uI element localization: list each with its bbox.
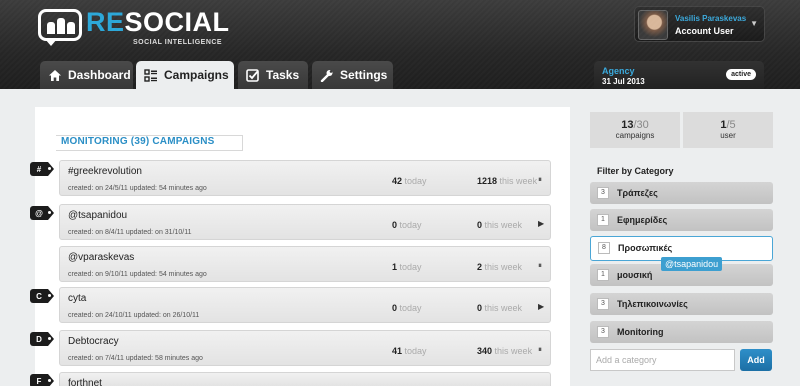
list-icon bbox=[144, 68, 157, 82]
category-name: Εφημερίδες bbox=[617, 215, 668, 225]
category-name: μουσική bbox=[617, 270, 653, 280]
category-name: Monitoring bbox=[617, 327, 664, 337]
campaign-week-count: 0 this week bbox=[477, 220, 523, 230]
stat-users: 1/5 user bbox=[683, 112, 773, 148]
campaign-tag-hashtag: # bbox=[30, 162, 54, 176]
campaign-row[interactable]: @tsapanidou created: on 8/4/11 updated: … bbox=[59, 204, 551, 240]
category-count: 8 bbox=[598, 242, 610, 254]
campaign-today-count: 1 today bbox=[392, 262, 422, 272]
status-badge: active bbox=[726, 69, 756, 80]
campaign-week-count: 0 this week bbox=[477, 303, 523, 313]
campaign-name: @vparaskevas bbox=[68, 252, 135, 263]
category-count: 1 bbox=[597, 214, 609, 226]
account-menu[interactable]: Vasilis Paraskevas Account User ▼ bbox=[634, 6, 765, 42]
campaign-row[interactable]: Debtocracy created: on 7/4/11 updated: 5… bbox=[59, 330, 551, 366]
campaign-today-count: 42 today bbox=[392, 176, 427, 186]
category-item[interactable]: 1 Εφημερίδες bbox=[590, 209, 773, 231]
campaign-row[interactable]: forthnet bbox=[59, 372, 551, 386]
logo-mark-icon bbox=[38, 9, 82, 46]
checkbox-icon bbox=[246, 68, 259, 82]
agency-date: 31 Jul 2013 bbox=[602, 77, 645, 86]
campaign-name: Debtocracy bbox=[68, 336, 119, 347]
avatar bbox=[638, 10, 668, 40]
stat-users-value: 1/5 bbox=[720, 119, 736, 131]
tab-dashboard[interactable]: Dashboard bbox=[40, 61, 133, 89]
category-item[interactable]: 3 Monitoring bbox=[590, 321, 773, 343]
logo-word-social: SOCIAL bbox=[124, 7, 230, 37]
category-item[interactable]: 3 Τηλεπικοινωνίες bbox=[590, 293, 773, 315]
tab-campaigns[interactable]: Campaigns bbox=[136, 61, 234, 89]
campaign-week-count: 340 this week bbox=[477, 346, 533, 356]
stat-users-label: user bbox=[720, 131, 736, 140]
campaign-week-count: 2 this week bbox=[477, 262, 523, 272]
stat-campaigns-value: 13/30 bbox=[621, 119, 649, 131]
category-name: Τηλεπικοινωνίες bbox=[617, 299, 688, 309]
campaign-meta: created: on 9/10/11 updated: 54 minutes … bbox=[68, 271, 207, 278]
campaign-meta: created: on 7/4/11 updated: 58 minutes a… bbox=[68, 355, 203, 362]
campaign-name: cyta bbox=[68, 293, 87, 304]
pause-icon[interactable]: ⏸ bbox=[538, 345, 542, 355]
chevron-down-icon: ▼ bbox=[750, 19, 758, 28]
tab-tasks[interactable]: Tasks bbox=[238, 61, 308, 89]
logo-wordmark: RESOCIAL bbox=[86, 7, 230, 38]
campaign-today-count: 41 today bbox=[392, 346, 427, 356]
agency-selector[interactable]: Agency 31 Jul 2013 active bbox=[594, 61, 764, 89]
campaign-today-count: 0 today bbox=[392, 303, 422, 313]
tab-settings[interactable]: Settings bbox=[312, 61, 393, 89]
agency-label: Agency bbox=[602, 66, 635, 76]
pause-icon[interactable]: ⏸ bbox=[538, 261, 542, 271]
category-count: 3 bbox=[597, 298, 609, 310]
filter-title: Filter by Category bbox=[597, 166, 674, 176]
tab-label: Tasks bbox=[266, 68, 300, 82]
wrench-icon bbox=[320, 69, 333, 82]
logo-tagline: SOCIAL INTELLIGENCE bbox=[133, 39, 223, 46]
play-icon[interactable]: ▶ bbox=[538, 302, 544, 311]
category-count: 3 bbox=[597, 187, 609, 199]
tab-label: Settings bbox=[340, 68, 388, 82]
home-icon bbox=[49, 69, 61, 81]
campaign-row[interactable]: cyta created: on 24/10/11 updated: on 26… bbox=[59, 287, 551, 323]
drag-tooltip: @tsapanidou bbox=[661, 257, 723, 271]
account-user-name: Vasilis Paraskevas bbox=[675, 14, 747, 23]
stat-campaigns-label: campaigns bbox=[615, 131, 655, 140]
category-name: Τράπεζες bbox=[617, 188, 658, 198]
campaign-row[interactable]: #greekrevolution created: on 24/5/11 upd… bbox=[59, 160, 551, 196]
campaign-meta: created: on 24/5/11 updated: 54 minutes … bbox=[68, 185, 207, 192]
logo[interactable]: RESOCIAL SOCIAL INTELLIGENCE bbox=[38, 7, 229, 46]
account-role: Account User bbox=[675, 26, 734, 36]
tab-label: Dashboard bbox=[68, 68, 131, 82]
category-item[interactable]: 3 Τράπεζες bbox=[590, 182, 773, 204]
campaign-week-count: 1218 this week bbox=[477, 176, 538, 186]
campaign-meta: created: on 24/10/11 updated: on 26/10/1… bbox=[68, 312, 200, 319]
campaign-row[interactable]: @vparaskevas created: on 9/10/11 updated… bbox=[59, 246, 551, 282]
tab-label: Campaigns bbox=[164, 68, 229, 82]
category-count: 3 bbox=[597, 326, 609, 338]
section-title: MONITORING (39) CAMPAIGNS bbox=[61, 136, 215, 147]
campaign-tag-f: F bbox=[30, 374, 54, 386]
category-name: Προσωπικές bbox=[618, 243, 673, 253]
campaign-name: forthnet bbox=[68, 378, 102, 386]
pause-icon[interactable]: ⏸ bbox=[538, 175, 542, 185]
add-category-button[interactable]: Add bbox=[740, 349, 772, 371]
campaign-tag-d: D bbox=[30, 332, 54, 346]
campaign-tag-c: C bbox=[30, 289, 54, 303]
campaign-name: @tsapanidou bbox=[68, 210, 128, 221]
campaign-tag-mention: @ bbox=[30, 206, 54, 220]
add-category-input[interactable] bbox=[590, 349, 735, 371]
stat-campaigns: 13/30 campaigns bbox=[590, 112, 680, 148]
campaign-name: #greekrevolution bbox=[68, 166, 142, 177]
category-count: 1 bbox=[597, 269, 609, 281]
campaign-today-count: 0 today bbox=[392, 220, 422, 230]
logo-word-re: RE bbox=[86, 7, 125, 37]
campaign-meta: created: on 8/4/11 updated: on 31/10/11 bbox=[68, 229, 192, 236]
play-icon[interactable]: ▶ bbox=[538, 219, 544, 228]
